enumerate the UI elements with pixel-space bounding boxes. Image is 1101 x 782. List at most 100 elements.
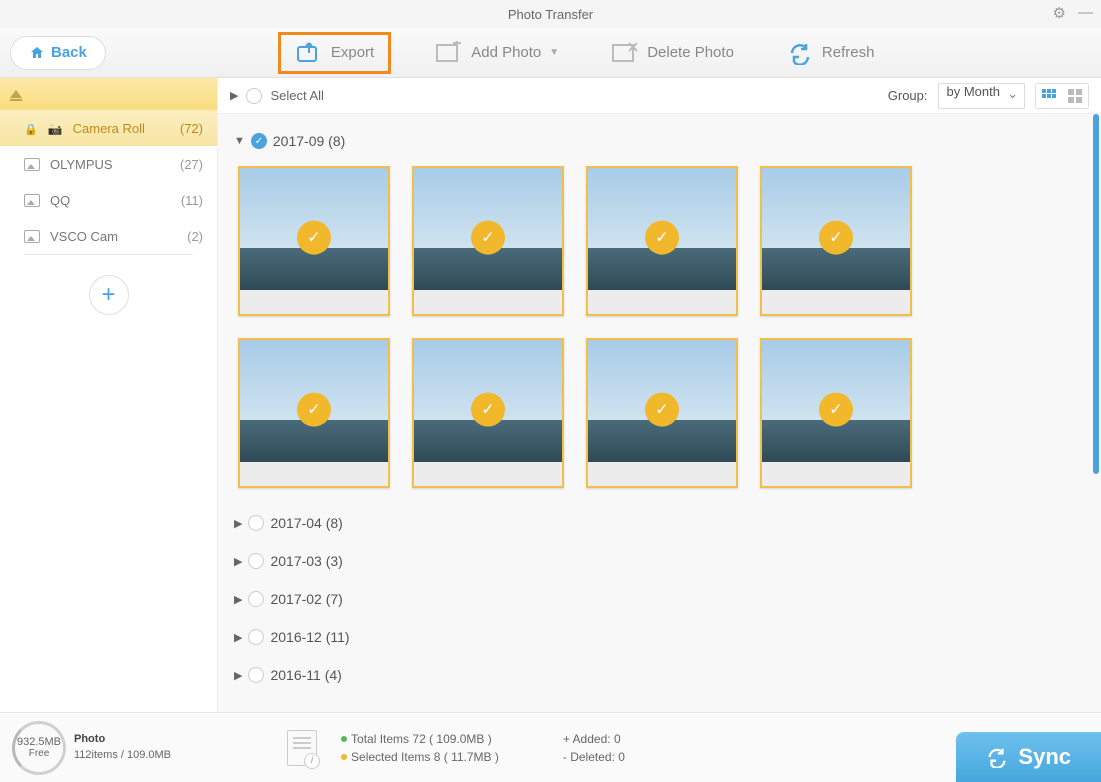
deleted-label: - Deleted: — [563, 750, 615, 764]
section-detail: 112items / 109.0MB — [74, 748, 171, 763]
group-checkbox[interactable] — [248, 515, 264, 531]
group-header[interactable]: ▶2017-03 (3) — [234, 542, 1085, 580]
group-label: 2017-04 (8) — [270, 515, 342, 531]
group-label: 2017-09 (8) — [273, 133, 345, 149]
sidebar: Camera Roll(72) OLYMPUS (27) QQ (11) VSCO Cam… — [0, 78, 218, 712]
group-header[interactable]: ▶ 2016-11 (4) — [234, 656, 1085, 694]
lock-icon — [24, 121, 38, 136]
expand-toggle-icon[interactable]: ▶ — [234, 517, 242, 530]
album-name: OLYMPUS — [50, 157, 113, 172]
sidebar-album-item[interactable]: OLYMPUS (27) — [0, 146, 217, 182]
photo-thumbnail[interactable]: ✓ — [238, 338, 390, 488]
expand-toggle-icon[interactable]: ▶ — [234, 555, 242, 568]
add-photo-button[interactable]: Add Photo ▼ — [427, 37, 567, 69]
scrollbar[interactable] — [1093, 114, 1099, 474]
storage-size: 932.5MB — [17, 736, 61, 748]
view-toggle — [1035, 83, 1089, 109]
grid-small-view[interactable] — [1036, 84, 1062, 108]
selected-badge-icon: ✓ — [297, 221, 331, 255]
thumbnail-grid: ✓✓✓✓✓✓✓✓ — [234, 160, 1085, 504]
chevron-down-icon: ▼ — [549, 47, 559, 58]
photo-thumbnail[interactable]: ✓ — [586, 166, 738, 316]
delete-photo-icon — [611, 41, 639, 65]
settings-icon[interactable]: ⚙ — [1053, 4, 1066, 22]
sync-button[interactable]: Sync — [956, 732, 1101, 782]
expand-all-toggle[interactable]: ▶ — [230, 89, 238, 102]
title-bar: Photo Transfer ⚙ — — [0, 0, 1101, 28]
album-name: VSCO Cam — [50, 229, 118, 244]
content-header: ▶ Select All Group: by Month — [218, 78, 1101, 114]
group-label: Group: — [888, 88, 928, 103]
photo-thumbnail[interactable]: ✓ — [412, 338, 564, 488]
storage-free-label: Free — [29, 748, 50, 759]
photo-thumbnail[interactable]: ✓ — [238, 166, 390, 316]
group-checkbox[interactable] — [248, 667, 264, 683]
refresh-label: Refresh — [822, 44, 875, 61]
add-album-button[interactable]: + — [89, 275, 129, 315]
expand-toggle-icon[interactable]: ▶ — [234, 631, 242, 644]
picture-icon — [24, 158, 40, 171]
group-header[interactable]: ▶2017-02 (7) — [234, 580, 1085, 618]
orange-dot-icon — [341, 754, 347, 760]
window-title: Photo Transfer — [508, 7, 593, 22]
selected-badge-icon: ✓ — [645, 393, 679, 427]
selected-label: Selected Items — [351, 750, 430, 764]
select-all-label: Select All — [270, 88, 323, 103]
album-count: (72) — [180, 121, 203, 136]
expand-toggle-icon[interactable]: ▶ — [234, 593, 242, 606]
camera-icon — [48, 121, 63, 136]
main-panel: ▶ Select All Group: by Month ▼ ✓ 2017-09 (… — [218, 78, 1101, 712]
add-photo-label: Add Photo — [471, 44, 541, 61]
group-checkbox[interactable] — [248, 553, 264, 569]
select-all-checkbox[interactable] — [246, 88, 262, 104]
sidebar-album-item[interactable]: VSCO Cam (2) — [0, 218, 217, 254]
delete-photo-label: Delete Photo — [647, 44, 734, 61]
toolbar: Back Export Add Photo ▼ Delete Photo Ref… — [0, 28, 1101, 78]
grid-large-view[interactable] — [1062, 84, 1088, 108]
section-title: Photo — [74, 732, 171, 747]
group-header[interactable]: ▶ 2017-04 (8) — [234, 504, 1085, 542]
sidebar-album-item[interactable]: Camera Roll(72) — [0, 110, 217, 146]
expand-toggle-icon[interactable]: ▶ — [234, 669, 242, 682]
selected-badge-icon: ✓ — [819, 221, 853, 255]
add-photo-icon — [435, 41, 463, 65]
photo-thumbnail[interactable]: ✓ — [412, 166, 564, 316]
device-row[interactable] — [0, 78, 217, 110]
total-label: Total Items — [351, 732, 409, 746]
group-header[interactable]: ▶ 2016-12 (11) — [234, 618, 1085, 656]
group-checkbox[interactable] — [248, 629, 264, 645]
eject-icon — [10, 90, 22, 98]
total-value: 72 ( 109.0MB ) — [412, 732, 491, 746]
photo-thumbnail[interactable]: ✓ — [760, 338, 912, 488]
refresh-button[interactable]: Refresh — [778, 37, 883, 69]
picture-icon — [24, 194, 40, 207]
delete-photo-button[interactable]: Delete Photo — [603, 37, 742, 69]
picture-icon — [24, 230, 40, 243]
group-label: 2016-11 (4) — [270, 667, 341, 683]
album-count: (27) — [180, 157, 203, 172]
photo-thumbnail[interactable]: ✓ — [586, 338, 738, 488]
album-count: (2) — [187, 229, 203, 244]
export-button[interactable]: Export — [278, 32, 391, 74]
added-value: 0 — [614, 732, 621, 746]
sidebar-album-item[interactable]: QQ (11) — [0, 182, 217, 218]
album-name: QQ — [50, 193, 70, 208]
deleted-value: 0 — [618, 750, 625, 764]
export-icon — [295, 41, 323, 65]
back-label: Back — [51, 44, 87, 61]
expand-toggle-icon[interactable]: ▼ — [234, 135, 245, 147]
home-icon — [29, 45, 45, 61]
sync-label: Sync — [1018, 744, 1071, 770]
photo-thumbnail[interactable]: ✓ — [760, 166, 912, 316]
minimize-icon[interactable]: — — [1078, 4, 1093, 22]
back-button[interactable]: Back — [10, 36, 106, 70]
selected-badge-icon: ✓ — [645, 221, 679, 255]
group-select[interactable]: by Month — [938, 83, 1025, 109]
selected-badge-icon: ✓ — [471, 221, 505, 255]
group-header[interactable]: ▼ ✓ 2017-09 (8) — [234, 122, 1085, 160]
group-checkbox[interactable]: ✓ — [251, 133, 267, 149]
album-count: (11) — [181, 193, 203, 208]
group-label: 2016-12 (11) — [270, 629, 349, 645]
green-dot-icon — [341, 736, 347, 742]
group-checkbox[interactable] — [248, 591, 264, 607]
